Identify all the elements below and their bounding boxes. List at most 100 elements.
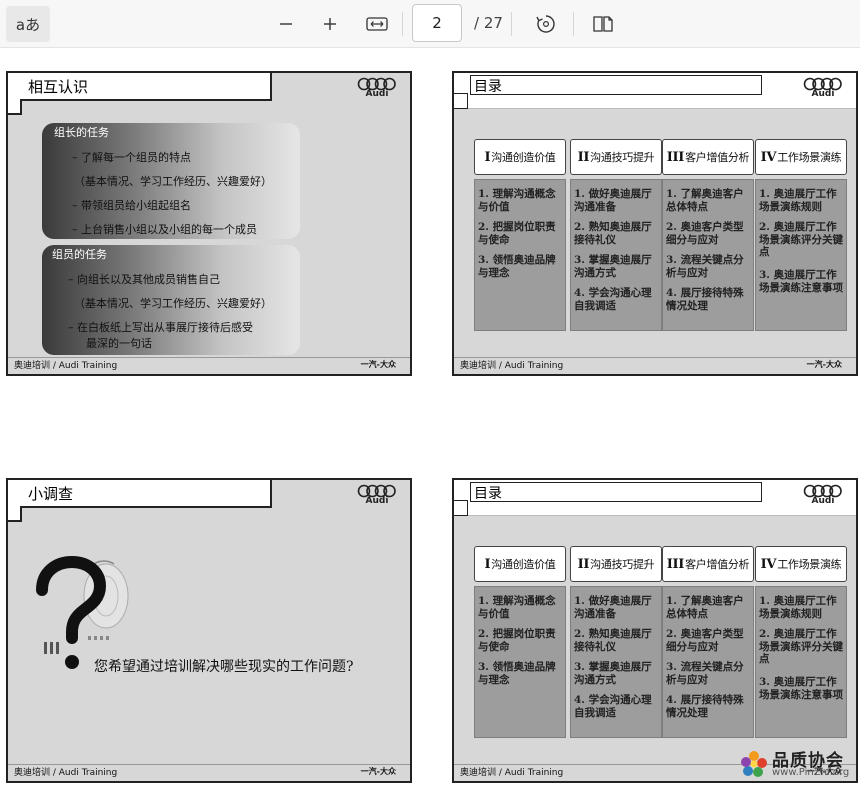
fit-to-width-button[interactable] bbox=[360, 6, 394, 42]
leader-task-item: – 带领组员给小组起组名 bbox=[72, 199, 191, 212]
toc-column-heading: III 客户增值分析 bbox=[662, 546, 754, 582]
toc-item: 2. 奥迪展厅工作场景演练评分关键点 bbox=[759, 221, 843, 258]
member-task-item: – 向组长以及其他成员销售自己 bbox=[68, 273, 220, 286]
toc-column: 1. 奥迪展厅工作场景演练规则 2. 奥迪展厅工作场景演练评分关键点 3. 奥迪… bbox=[755, 179, 847, 331]
toc-column-heading: IV 工作场景演练 bbox=[755, 546, 847, 582]
toc-column: 1. 做好奥迪展厅沟通准备 2. 熟知奥迪展厅接待礼仪 3. 掌握奥迪展厅沟通方… bbox=[570, 586, 662, 738]
toc-column: 1. 了解奥迪客户总体特点 2. 奥迪客户类型细分与应对 3. 流程关键点分析与… bbox=[662, 179, 754, 331]
toc-item: 3. 流程关键点分析与应对 bbox=[666, 254, 744, 279]
toc-item: 4. 展厅接待特殊情况处理 bbox=[666, 694, 744, 719]
leader-task-item: （基本情况、学习工作经历、兴趣爱好） bbox=[74, 175, 272, 188]
toc-item: 3. 掌握奥迪展厅沟通方式 bbox=[574, 254, 652, 279]
toc-column-heading: II 沟通技巧提升 bbox=[570, 546, 662, 582]
toc-item: 1. 奥迪展厅工作场景演练规则 bbox=[759, 188, 837, 213]
title-tab-decoration bbox=[454, 93, 468, 109]
faw-vw-logo: 一汽-大众 bbox=[806, 360, 842, 369]
toc-item: 2. 奥迪客户类型细分与应对 bbox=[666, 628, 744, 653]
audi-logo-text: Audi bbox=[365, 89, 389, 99]
toc-item: 1. 了解奥迪客户总体特点 bbox=[666, 188, 744, 213]
member-task-heading: 组员的任务 bbox=[52, 248, 107, 261]
toc-item: 1. 奥迪展厅工作场景演练规则 bbox=[759, 595, 837, 620]
faw-vw-logo: 一汽-大众 bbox=[360, 360, 396, 369]
flower-logo-icon bbox=[741, 751, 767, 777]
page-count: / 27 bbox=[474, 14, 503, 32]
read-aloud-button[interactable]: aあ bbox=[6, 6, 50, 42]
toolbar-separator bbox=[402, 12, 403, 36]
watermark-url: www.PinZhi.org bbox=[772, 767, 850, 778]
toc-item: 4. 学会沟通心理自我调适 bbox=[574, 287, 652, 312]
plus-icon bbox=[324, 18, 336, 30]
slide-title: 相互认识 bbox=[28, 78, 89, 96]
slide-title-box: 目录 bbox=[470, 482, 762, 502]
toc-item: 1. 了解奥迪客户总体特点 bbox=[666, 595, 744, 620]
audi-logo: Audi bbox=[356, 484, 398, 510]
leader-task-item: – 上台销售小组以及小组的每一个成员 bbox=[72, 223, 257, 236]
pdf-toolbar: aあ / 27 bbox=[0, 0, 860, 48]
slide-thumbnail[interactable]: 小调查 Audi 您希望通过培训解决哪些现实的工作问题? 奥迪培训 / Audi… bbox=[6, 478, 412, 783]
title-tab-decoration bbox=[8, 506, 22, 522]
toolbar-separator bbox=[573, 12, 574, 36]
slide-title-bar: 小调查 bbox=[8, 480, 272, 508]
zoom-out-button[interactable] bbox=[270, 6, 302, 42]
toc-item: 1. 理解沟通概念与价值 bbox=[478, 595, 556, 620]
toc-item: 2. 把握岗位职责与使命 bbox=[478, 628, 556, 653]
toc-column-heading: I 沟通创造价值 bbox=[474, 139, 566, 175]
audi-logo-text: Audi bbox=[811, 496, 835, 506]
toc-column-heading: II 沟通技巧提升 bbox=[570, 139, 662, 175]
toolbar-separator bbox=[511, 12, 512, 36]
audi-logo: Audi bbox=[802, 484, 844, 510]
member-task-item: – 在白板纸上写出从事展厅接待后感受 bbox=[68, 321, 253, 334]
slide-footer-left: 奥迪培训 / Audi Training bbox=[14, 768, 118, 778]
toc-item: 2. 奥迪客户类型细分与应对 bbox=[666, 221, 744, 246]
member-task-item: （基本情况、学习工作经历、兴趣爱好） bbox=[74, 297, 272, 310]
toc-item: 3. 领悟奥迪品牌与理念 bbox=[478, 254, 556, 279]
site-watermark: 品质协会 www.PinZhi.org bbox=[736, 746, 856, 782]
slide-title: 目录 bbox=[474, 79, 502, 95]
toc-item: 2. 奥迪展厅工作场景演练评分关键点 bbox=[759, 628, 843, 665]
toc-item: 4. 展厅接待特殊情况处理 bbox=[666, 287, 744, 312]
slide-title-box: 目录 bbox=[470, 75, 762, 95]
fit-width-icon bbox=[366, 17, 388, 31]
toc-item: 3. 奥迪展厅工作场景演练注意事项 bbox=[759, 676, 843, 701]
audi-logo-text: Audi bbox=[365, 496, 389, 506]
toc-item: 3. 掌握奥迪展厅沟通方式 bbox=[574, 661, 652, 686]
slide-title: 目录 bbox=[474, 486, 502, 502]
toc-column-heading: III 客户增值分析 bbox=[662, 139, 754, 175]
audi-logo: Audi bbox=[356, 77, 398, 103]
toc-column: 1. 理解沟通概念与价值 2. 把握岗位职责与使命 3. 领悟奥迪品牌与理念 bbox=[474, 179, 566, 331]
toc-item: 1. 做好奥迪展厅沟通准备 bbox=[574, 595, 652, 620]
leader-task-heading: 组长的任务 bbox=[54, 126, 109, 139]
toc-column-heading: IV 工作场景演练 bbox=[755, 139, 847, 175]
survey-question: 您希望通过培训解决哪些现实的工作问题? bbox=[94, 659, 354, 675]
slide-footer-left: 奥迪培训 / Audi Training bbox=[460, 768, 564, 778]
minus-icon bbox=[280, 23, 292, 25]
slide-title-bar: 相互认识 bbox=[8, 73, 272, 101]
zoom-in-button[interactable] bbox=[314, 6, 346, 42]
title-tab-decoration bbox=[8, 99, 22, 115]
toc-item: 2. 熟知奥迪展厅接待礼仪 bbox=[574, 221, 652, 246]
title-tab-decoration bbox=[454, 500, 468, 516]
faw-vw-logo: 一汽-大众 bbox=[360, 767, 396, 776]
toc-item: 2. 熟知奥迪展厅接待礼仪 bbox=[574, 628, 652, 653]
toc-item: 3. 奥迪展厅工作场景演练注意事项 bbox=[759, 269, 843, 294]
toc-column: 1. 做好奥迪展厅沟通准备 2. 熟知奥迪展厅接待礼仪 3. 掌握奥迪展厅沟通方… bbox=[570, 179, 662, 331]
toc-item: 3. 领悟奥迪品牌与理念 bbox=[478, 661, 556, 686]
toc-item: 4. 学会沟通心理自我调适 bbox=[574, 694, 652, 719]
page-view-button[interactable] bbox=[586, 6, 620, 42]
two-page-icon bbox=[593, 16, 613, 32]
toc-column: 1. 理解沟通概念与价值 2. 把握岗位职责与使命 3. 领悟奥迪品牌与理念 bbox=[474, 586, 566, 738]
audi-logo-text: Audi bbox=[811, 89, 835, 99]
toc-column: 1. 奥迪展厅工作场景演练规则 2. 奥迪展厅工作场景演练评分关键点 3. 奥迪… bbox=[755, 586, 847, 738]
slide-footer-left: 奥迪培训 / Audi Training bbox=[460, 361, 564, 371]
toc-column-heading: I 沟通创造价值 bbox=[474, 546, 566, 582]
rotate-button[interactable] bbox=[529, 6, 563, 42]
slide-thumbnail[interactable]: 相互认识 Audi 组长的任务 – 了解每一个组员的特点 （基本情况、学习工作经… bbox=[6, 71, 412, 376]
slide-thumbnail[interactable]: 目录 Audi I 沟通创造价值 II 沟通技巧提升 III 客户增值分析 IV 工作场… bbox=[452, 478, 858, 783]
slide-footer-left: 奥迪培训 / Audi Training bbox=[14, 361, 118, 371]
slide-title: 小调查 bbox=[28, 485, 74, 503]
toc-item: 2. 把握岗位职责与使命 bbox=[478, 221, 556, 246]
slide-thumbnail[interactable]: 目录 Audi I 沟通创造价值 II 沟通技巧提升 III 客户增值分析 IV 工作场… bbox=[452, 71, 858, 376]
toc-item: 1. 做好奥迪展厅沟通准备 bbox=[574, 188, 652, 213]
page-number-input[interactable] bbox=[412, 4, 462, 42]
rotate-icon bbox=[536, 15, 555, 33]
